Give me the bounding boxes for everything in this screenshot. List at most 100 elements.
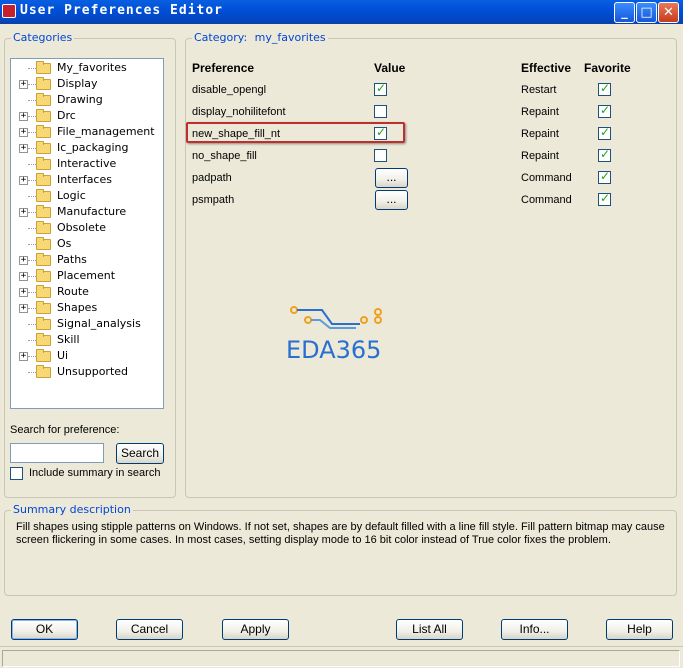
tree-item[interactable]: + Placement	[11, 268, 161, 284]
highlight-box	[186, 122, 405, 143]
tree-item[interactable]: Interactive	[11, 156, 161, 172]
expand-plus-icon[interactable]: +	[19, 256, 28, 265]
effective-value: Command	[521, 172, 572, 184]
tree-item[interactable]: Logic	[11, 188, 161, 204]
tree-item-label: Drc	[57, 109, 76, 122]
expand-plus-icon[interactable]: +	[19, 208, 28, 217]
tree-item-label: Interfaces	[57, 173, 112, 186]
ok-button[interactable]: OK	[11, 619, 78, 640]
browse-button[interactable]: ...	[375, 190, 408, 210]
tree-item-label: Logic	[57, 189, 86, 202]
favorite-checkbox[interactable]: ✓	[598, 81, 611, 96]
tree-item[interactable]: + Paths	[11, 252, 161, 268]
tree-item[interactable]: Os	[11, 236, 161, 252]
apply-button[interactable]: Apply	[222, 619, 289, 640]
tree-connector	[28, 340, 36, 341]
tree-item[interactable]: My_favorites	[11, 60, 161, 76]
tree-item-label: My_favorites	[57, 61, 127, 74]
tree-item-label: Drawing	[57, 93, 103, 106]
tree-item[interactable]: + File_management	[11, 124, 161, 140]
help-button[interactable]: Help	[606, 619, 673, 640]
favorite-checkbox[interactable]: ✓	[598, 125, 611, 140]
tree-item-label: File_management	[57, 125, 155, 138]
favorite-checkbox[interactable]: ✓	[598, 103, 611, 118]
folder-icon	[36, 205, 51, 218]
checkmark-icon: ✓	[600, 147, 611, 161]
folder-icon	[36, 269, 51, 282]
expand-plus-icon[interactable]: +	[19, 80, 28, 89]
checkmark-icon: ✓	[600, 103, 611, 117]
folder-icon	[36, 285, 51, 298]
tree-connector	[28, 276, 36, 277]
tree-connector	[28, 180, 36, 181]
categories-legend: Categories	[11, 31, 75, 44]
preference-name: psmpath	[192, 194, 235, 206]
folder-icon	[36, 173, 51, 186]
title-bar[interactable]: User Preferences Editor _ □ ✕	[0, 0, 683, 24]
preference-column-header: Preference	[192, 61, 255, 75]
cancel-button[interactable]: Cancel	[116, 619, 183, 640]
maximize-button[interactable]: □	[636, 2, 657, 23]
favorite-checkbox[interactable]: ✓	[598, 147, 611, 162]
expand-plus-icon[interactable]: +	[19, 288, 28, 297]
tree-item-label: Route	[57, 285, 89, 298]
expand-plus-icon[interactable]: +	[19, 304, 28, 313]
folder-icon	[36, 189, 51, 202]
effective-value: Repaint	[521, 128, 559, 140]
tree-item[interactable]: + Interfaces	[11, 172, 161, 188]
preference-name: display_nohilitefont	[192, 106, 286, 118]
expand-plus-icon[interactable]: +	[19, 176, 28, 185]
category-legend: Category: my_favorites	[192, 31, 328, 44]
tree-connector	[28, 132, 36, 133]
tree-item[interactable]: + Display	[11, 76, 161, 92]
include-summary-checkbox[interactable]	[10, 467, 23, 480]
tree-item-label: Obsolete	[57, 221, 107, 234]
value-checkbox[interactable]	[374, 149, 387, 162]
tree-item-label: Manufacture	[57, 205, 127, 218]
close-button[interactable]: ✕	[658, 2, 679, 23]
tree-connector	[28, 100, 36, 101]
categories-tree[interactable]: My_favorites + Display Drawing + Drc + File_man…	[10, 58, 164, 409]
tree-item[interactable]: Obsolete	[11, 220, 161, 236]
value-checkbox[interactable]: ✓	[374, 81, 387, 96]
expand-plus-icon[interactable]: +	[19, 128, 28, 137]
expand-plus-icon[interactable]: +	[19, 352, 28, 361]
favorite-checkbox[interactable]: ✓	[598, 191, 611, 206]
effective-column-header: Effective	[521, 61, 572, 75]
search-input[interactable]	[10, 443, 104, 463]
folder-icon	[36, 365, 51, 378]
tree-item-label: Signal_analysis	[57, 317, 141, 330]
tree-item[interactable]: Drawing	[11, 92, 161, 108]
summary-text: Fill shapes using stipple patterns on Wi…	[16, 521, 665, 546]
tree-connector	[28, 324, 36, 325]
value-checkbox[interactable]	[374, 105, 387, 118]
search-button[interactable]: Search	[116, 443, 164, 464]
info-button[interactable]: Info...	[501, 619, 568, 640]
folder-icon	[36, 61, 51, 74]
tree-item[interactable]: Unsupported	[11, 364, 161, 380]
tree-item[interactable]: + Ic_packaging	[11, 140, 161, 156]
list-all-button[interactable]: List All	[396, 619, 463, 640]
browse-button[interactable]: ...	[375, 168, 408, 188]
tree-item[interactable]: Signal_analysis	[11, 316, 161, 332]
folder-icon	[36, 253, 51, 266]
checkmark-icon: ✓	[600, 191, 611, 205]
folder-icon	[36, 93, 51, 106]
tree-item[interactable]: + Shapes	[11, 300, 161, 316]
tree-connector	[28, 260, 36, 261]
tree-item[interactable]: + Route	[11, 284, 161, 300]
tree-item[interactable]: + Ui	[11, 348, 161, 364]
tree-item[interactable]: Skill	[11, 332, 161, 348]
tree-connector	[28, 292, 36, 293]
checkmark-icon: ✓	[376, 81, 387, 95]
expand-plus-icon[interactable]: +	[19, 112, 28, 121]
preference-name: disable_opengl	[192, 84, 267, 96]
expand-plus-icon[interactable]: +	[19, 272, 28, 281]
tree-item[interactable]: + Manufacture	[11, 204, 161, 220]
tree-connector	[28, 164, 36, 165]
expand-plus-icon[interactable]: +	[19, 144, 28, 153]
tree-item[interactable]: + Drc	[11, 108, 161, 124]
minimize-button[interactable]: _	[614, 2, 635, 23]
favorite-checkbox[interactable]: ✓	[598, 169, 611, 184]
folder-icon	[36, 317, 51, 330]
